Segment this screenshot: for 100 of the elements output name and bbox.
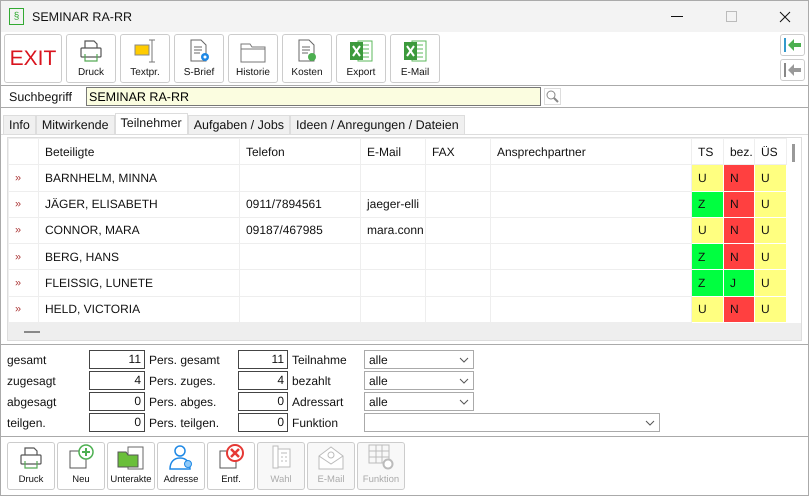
- column-header[interactable]: Ansprechpartner: [490, 138, 692, 165]
- spreadsheet-icon: [348, 38, 374, 64]
- toolbar-button[interactable]: Export: [336, 34, 386, 83]
- summary-label: Pers. abges.: [149, 394, 218, 408]
- status-cell: N: [724, 164, 754, 192]
- filter-dropdown[interactable]: alle: [364, 371, 474, 390]
- status-cell: Z: [692, 191, 724, 218]
- toolbar-button[interactable]: Kosten: [282, 34, 332, 83]
- status-cell: U: [692, 217, 724, 244]
- chevron-down-icon: [459, 378, 469, 384]
- status-cell: U: [754, 296, 787, 322]
- status-cell: N: [724, 191, 754, 218]
- action-button[interactable]: Neu: [57, 442, 105, 490]
- tab[interactable]: Aufgaben / Jobs: [188, 115, 290, 134]
- action-button[interactable]: Druck: [7, 442, 55, 490]
- add-document-icon: [67, 443, 95, 471]
- table-cell: 0911/7894561: [240, 191, 360, 218]
- toolbar-button[interactable]: S-Brief: [174, 34, 224, 83]
- filter-dropdown[interactable]: alle: [364, 350, 474, 369]
- count-field: 4: [89, 371, 145, 390]
- column-header[interactable]: Telefon: [240, 138, 360, 165]
- table-cell: CONNOR, MARA: [38, 217, 240, 244]
- spreadsheet-icon: [402, 38, 428, 64]
- action-button[interactable]: Unterakte: [107, 442, 155, 490]
- filter-label: Funktion: [292, 416, 340, 430]
- folders-icon: [116, 445, 146, 471]
- status-cell: U: [754, 244, 787, 270]
- status-cell: U: [754, 217, 787, 244]
- summary-label: Pers. teilgen.: [149, 416, 220, 430]
- count-field: 0: [238, 413, 288, 432]
- column-header[interactable]: FAX: [426, 138, 490, 165]
- status-cell: U: [692, 164, 724, 192]
- status-cell: Z: [692, 244, 724, 270]
- table-cell: mara.conn: [360, 217, 426, 244]
- table-cell: jaeger-elli: [360, 191, 426, 218]
- status-cell: N: [724, 244, 754, 270]
- row-marker[interactable]: »: [8, 191, 38, 218]
- status-cell: U: [754, 191, 787, 218]
- filter-label: Teilnahme: [292, 352, 348, 366]
- count-field: 0: [89, 413, 145, 432]
- arrow-left-icon[interactable]: [780, 34, 805, 56]
- marker-icon: [132, 38, 158, 64]
- summary-label: Pers. gesamt: [149, 352, 221, 366]
- summary-label: zugesagt: [7, 374, 57, 388]
- table-cell: HELD, VICTORIA: [38, 296, 240, 322]
- column-header[interactable]: E-Mail: [360, 138, 426, 165]
- arrow-left-icon[interactable]: [780, 59, 805, 81]
- printer-icon: [78, 38, 104, 64]
- scrollbar-thumb[interactable]: [24, 330, 40, 332]
- row-marker[interactable]: »: [8, 244, 38, 270]
- column-header[interactable]: Beteiligte: [38, 138, 240, 165]
- status-cell: Z: [692, 270, 724, 296]
- tab[interactable]: Info: [3, 115, 36, 134]
- row-marker[interactable]: »: [8, 296, 38, 322]
- summary-label: abgesagt: [7, 394, 58, 408]
- filter-dropdown[interactable]: [364, 413, 660, 432]
- window-title: SEMINAR RA-RR: [32, 10, 134, 24]
- app-icon: §: [9, 8, 24, 25]
- toolbar-button[interactable]: Historie: [228, 34, 278, 83]
- table-cell: 09187/467985: [240, 217, 360, 244]
- count-field: 4: [238, 371, 288, 390]
- chevron-down-icon: [459, 356, 469, 362]
- summary-label: gesamt: [7, 352, 48, 366]
- filter-dropdown[interactable]: alle: [364, 392, 474, 411]
- printer-icon: [18, 445, 44, 471]
- status-cell: J: [724, 270, 754, 296]
- action-button[interactable]: Adresse: [157, 442, 205, 490]
- table-cell: FLEISSIG, LUNETE: [38, 270, 240, 296]
- search-field[interactable]: SEMINAR RA-RR: [86, 87, 541, 106]
- status-cell: U: [754, 270, 787, 296]
- toolbar-button[interactable]: Druck: [66, 34, 116, 83]
- summary-label: teilgen.: [7, 416, 47, 430]
- scrollbar-thumb[interactable]: [792, 144, 796, 162]
- person-icon: [167, 443, 195, 471]
- row-marker[interactable]: »: [8, 217, 38, 244]
- chevron-down-icon: [645, 420, 655, 426]
- tab[interactable]: Mitwirkende: [36, 115, 115, 134]
- table-cell: BERG, HANS: [38, 244, 240, 270]
- action-button[interactable]: Entf.: [207, 442, 255, 490]
- search-icon[interactable]: [544, 88, 561, 105]
- delete-icon: [217, 443, 245, 471]
- row-marker[interactable]: »: [8, 164, 38, 192]
- table-cell: BARNHELM, MINNA: [38, 164, 240, 192]
- row-marker[interactable]: »: [8, 270, 38, 296]
- search-label: Suchbegriff: [9, 90, 74, 104]
- filter-label: bezahlt: [292, 374, 332, 388]
- count-field: 0: [238, 392, 288, 411]
- status-cell: N: [724, 217, 754, 244]
- tab[interactable]: Teilnehmer: [114, 113, 188, 134]
- status-cell: N: [724, 296, 754, 322]
- envelope-icon: [317, 445, 345, 471]
- tab[interactable]: Ideen / Anregungen / Dateien: [290, 115, 465, 134]
- toolbar-button[interactable]: E-Mail: [390, 34, 440, 83]
- status-cell: U: [692, 296, 724, 322]
- status-cell: U: [754, 164, 787, 192]
- toolbar-button[interactable]: Textpr.: [120, 34, 170, 83]
- count-field: 11: [238, 350, 288, 369]
- filter-label: Adressart: [292, 394, 344, 408]
- table-cell: JÄGER, ELISABETH: [38, 191, 240, 218]
- exit-button[interactable]: EXIT: [4, 34, 62, 83]
